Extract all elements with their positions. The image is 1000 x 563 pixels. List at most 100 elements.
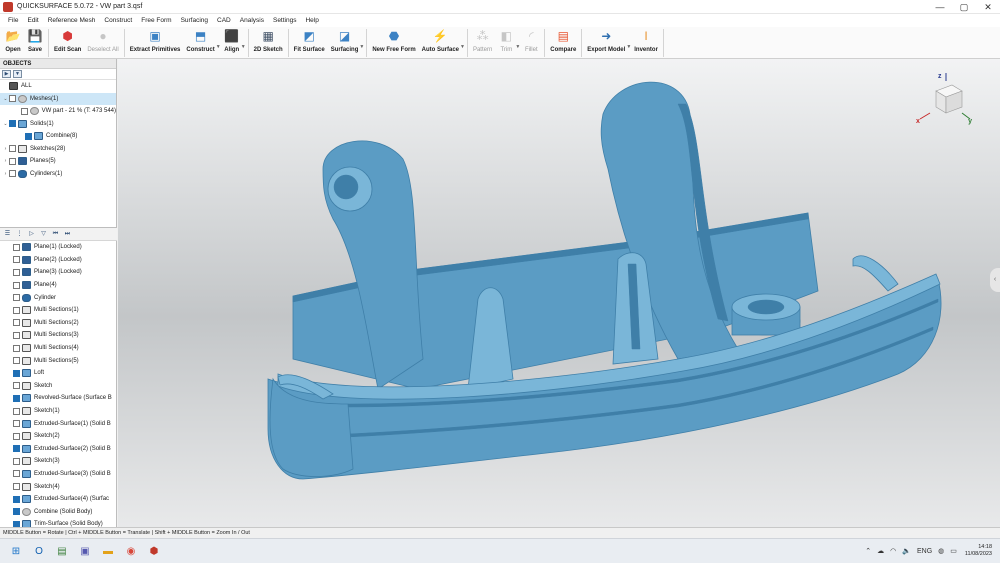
history-item[interactable]: Trim-Surface (Solid Body) (0, 518, 117, 527)
history-item[interactable]: Multi Sections(4) (0, 342, 117, 355)
network-icon[interactable]: ☁ (877, 547, 884, 555)
chrome-icon[interactable]: ◉ (123, 543, 139, 559)
history-item[interactable]: Sketch (0, 380, 117, 393)
menu-analysis[interactable]: Analysis (240, 17, 264, 24)
language-indicator[interactable]: ENG (917, 548, 932, 555)
history-checkbox[interactable] (13, 407, 20, 415)
history-checkbox[interactable] (13, 394, 20, 402)
list-view-icon[interactable]: ☰ (3, 230, 12, 238)
history-item[interactable]: Plane(4) (0, 279, 117, 292)
menu-free-form[interactable]: Free Form (141, 17, 171, 24)
tree-item[interactable]: › Cylinders(1) (0, 168, 116, 181)
compare-button[interactable]: ▤ Compare (550, 27, 576, 58)
history-checkbox[interactable] (13, 319, 20, 327)
history-checkbox[interactable] (13, 281, 20, 289)
expand-arrow-icon[interactable]: ⌄ (2, 121, 9, 127)
history-item[interactable]: Sketch(2) (0, 430, 117, 443)
surfacing-button[interactable]: ◪ Surfacing (331, 27, 359, 58)
wifi-icon[interactable]: ◠ (890, 547, 896, 555)
history-item[interactable]: Combine (Solid Body) (0, 505, 117, 518)
history-checkbox[interactable] (13, 243, 20, 251)
history-checkbox[interactable] (13, 306, 20, 314)
history-item[interactable]: Extruded-Surface(4) (Surfac (0, 493, 117, 506)
inventor-button[interactable]: I Inventor (634, 27, 658, 58)
expand-arrow-icon[interactable]: › (2, 171, 9, 177)
history-checkbox[interactable] (13, 331, 20, 339)
history-item[interactable]: Multi Sections(3) (0, 329, 117, 342)
history-item[interactable]: Loft (0, 367, 117, 380)
history-item[interactable]: Multi Sections(1) (0, 304, 117, 317)
expand-arrow-icon[interactable]: › (2, 158, 9, 164)
edit-scan-button[interactable]: ⬢ Edit Scan (54, 27, 81, 58)
menu-settings[interactable]: Settings (273, 17, 297, 24)
history-item[interactable]: Plane(1) (Locked) (0, 241, 117, 254)
history-checkbox[interactable] (13, 294, 20, 302)
3d-viewport[interactable]: z x y (118, 59, 1000, 527)
dropdown-caret-icon[interactable]: ▼ (216, 44, 221, 50)
export-model-button[interactable]: ➜ Export Model (587, 27, 625, 58)
history-checkbox[interactable] (13, 457, 20, 465)
history-checkbox[interactable] (13, 483, 20, 491)
history-checkbox[interactable] (13, 344, 20, 352)
menu-file[interactable]: File (8, 17, 18, 24)
filter-history-icon[interactable]: ▽ (39, 230, 48, 238)
tree-item[interactable]: VW part - 21 % (T: 473 544) (0, 105, 116, 118)
dropdown-caret-icon[interactable]: ▼ (515, 44, 520, 50)
visibility-checkbox[interactable] (25, 132, 32, 140)
tree-item[interactable]: › Planes(5) (0, 155, 116, 168)
dropdown-caret-icon[interactable]: ▼ (359, 44, 364, 50)
menu-edit[interactable]: Edit (27, 17, 38, 24)
2d-sketch-button[interactable]: ▦ 2D Sketch (254, 27, 283, 58)
menu-surfacing[interactable]: Surfacing (181, 17, 208, 24)
tree-item[interactable]: ⌄ Solids(1) (0, 118, 116, 131)
filter-icon[interactable]: ▼ (13, 70, 22, 78)
history-item[interactable]: Revolved-Surface (Surface B (0, 392, 117, 405)
history-checkbox[interactable] (13, 420, 20, 428)
tree-item[interactable]: Combine(8) (0, 130, 116, 143)
tree-item[interactable]: › Sketches(28) (0, 143, 116, 156)
battery-icon[interactable]: ▭ (950, 547, 957, 555)
history-checkbox[interactable] (13, 256, 20, 264)
fit-surface-button[interactable]: ◩ Fit Surface (294, 27, 325, 58)
history-item[interactable]: Plane(3) (Locked) (0, 266, 117, 279)
trim-button[interactable]: ◧ Trim (498, 27, 514, 58)
dropdown-caret-icon[interactable]: ▼ (626, 44, 631, 50)
quicksurface-icon[interactable]: ⬢ (146, 543, 162, 559)
history-checkbox[interactable] (13, 495, 20, 503)
history-item[interactable]: Extruded-Surface(2) (Solid B (0, 443, 117, 456)
tree-item[interactable]: ⌄ Meshes(1) (0, 92, 116, 105)
construct-button[interactable]: ⬒ Construct (186, 27, 214, 58)
history-item[interactable]: Plane(2) (Locked) (0, 254, 117, 267)
volume-icon[interactable]: 🔈 (902, 547, 911, 555)
history-checkbox[interactable] (13, 382, 20, 390)
view-cube[interactable]: z x y (916, 73, 972, 129)
start-icon[interactable]: ⊞ (8, 543, 24, 559)
deselect-all-button[interactable]: ● Deselect All (87, 27, 118, 58)
history-item[interactable]: Sketch(4) (0, 480, 117, 493)
visibility-checkbox[interactable] (9, 170, 16, 178)
history-item[interactable]: Sketch(3) (0, 455, 117, 468)
history-item[interactable]: Multi Sections(5) (0, 354, 117, 367)
expand-arrow-icon[interactable]: › (2, 146, 9, 152)
visibility-checkbox[interactable] (20, 107, 28, 115)
first-step-icon[interactable]: ⏮ (51, 230, 60, 238)
sound-icon[interactable]: ◍ (938, 547, 944, 555)
minimize-button[interactable]: — (928, 0, 952, 14)
tree-view-icon[interactable]: ⋮ (15, 230, 24, 238)
expand-arrow-icon[interactable]: ⌄ (2, 96, 9, 102)
extract-primitives-button[interactable]: ▣ Extract Primitives (130, 27, 181, 58)
history-item[interactable]: Extruded-Surface(3) (Solid B (0, 468, 117, 481)
clock[interactable]: 14:18 11/08/2023 (965, 544, 992, 558)
history-checkbox[interactable] (13, 432, 20, 440)
history-checkbox[interactable] (13, 508, 20, 516)
visibility-checkbox[interactable] (9, 145, 16, 153)
history-item[interactable]: Extruded-Surface(1) (Solid B (0, 417, 117, 430)
auto-surface-button[interactable]: ⚡ Auto Surface (422, 27, 459, 58)
onedrive-icon[interactable]: ▤ (54, 543, 70, 559)
play-icon[interactable]: ▷ (27, 230, 36, 238)
dropdown-caret-icon[interactable]: ▼ (241, 44, 246, 50)
menu-cad[interactable]: CAD (217, 17, 231, 24)
visibility-checkbox[interactable] (9, 157, 16, 165)
history-item[interactable]: Multi Sections(2) (0, 317, 117, 330)
visibility-checkbox[interactable] (9, 95, 16, 103)
